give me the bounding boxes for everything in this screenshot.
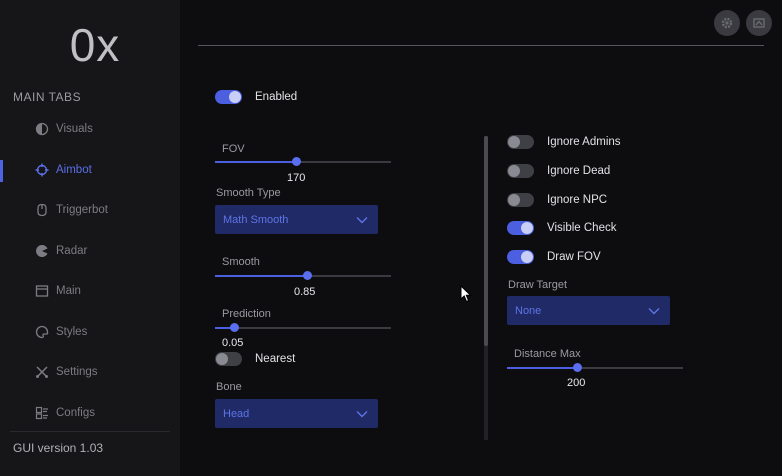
prediction-value: 0.05 (222, 337, 244, 349)
enabled-row: Enabled (215, 90, 297, 104)
sidebar-item-label: Styles (56, 325, 88, 338)
slider-track (215, 327, 391, 329)
sidebar: 0x MAIN TABS Visuals Aimbot Triggerbot R… (0, 0, 180, 476)
chevron-down-icon (356, 216, 368, 223)
sidebar-item-main[interactable]: Main (0, 271, 180, 312)
distance-max-slider[interactable] (507, 362, 683, 374)
configs-icon (34, 405, 50, 421)
scrollbar[interactable] (484, 136, 488, 440)
main-icon (34, 283, 50, 299)
sidebar-divider (10, 431, 170, 432)
crosshair-icon (34, 162, 50, 178)
enabled-toggle[interactable] (215, 90, 242, 104)
ignore-admins-toggle[interactable] (507, 135, 534, 149)
mouse-cursor-icon (460, 285, 472, 303)
slider-thumb[interactable] (302, 271, 312, 280)
toggle-knob (521, 222, 533, 234)
gui-version: GUI version 1.03 (13, 441, 104, 455)
prediction-label: Prediction (222, 308, 271, 320)
slider-fill (507, 367, 578, 369)
scrollbar-thumb[interactable] (484, 136, 488, 346)
smooth-value: 0.85 (294, 286, 316, 298)
draw-target-label: Draw Target (508, 279, 568, 291)
draw-target-dropdown[interactable]: None (507, 296, 670, 325)
sidebar-item-label: Main (56, 285, 81, 298)
toggle-knob (216, 353, 228, 365)
visible-check-toggle[interactable] (507, 221, 534, 235)
sidebar-item-label: Visuals (56, 123, 93, 136)
smooth-type-value: Math Smooth (223, 213, 289, 226)
smooth-label: Smooth (222, 256, 260, 268)
palette-icon (34, 324, 50, 340)
toggle-knob (521, 251, 533, 263)
slider-fill (215, 275, 307, 277)
sidebar-nav: Visuals Aimbot Triggerbot Radar Main Sty… (0, 109, 180, 433)
chevron-down-icon (356, 410, 368, 417)
slider-thumb[interactable] (230, 323, 240, 332)
draw-fov-label: Draw FOV (547, 251, 601, 263)
fov-label: FOV (222, 143, 245, 155)
sidebar-item-label: Settings (56, 366, 98, 379)
draw-fov-row: Draw FOV (507, 250, 601, 264)
ignore-dead-label: Ignore Dead (547, 165, 611, 177)
sidebar-item-radar[interactable]: Radar (0, 231, 180, 272)
main-window: 0x MAIN TABS Visuals Aimbot Triggerbot R… (0, 0, 782, 476)
fov-value: 170 (287, 172, 306, 184)
fov-slider[interactable] (215, 156, 391, 168)
main-tabs-label: MAIN TABS (13, 90, 82, 104)
sidebar-item-label: Radar (56, 244, 88, 257)
visible-check-label: Visible Check (547, 222, 617, 234)
slider-fill (215, 161, 296, 163)
bone-dropdown[interactable]: Head (215, 399, 378, 428)
flag-icon (753, 18, 765, 28)
smooth-slider[interactable] (215, 270, 391, 282)
sidebar-item-settings[interactable]: Settings (0, 352, 180, 393)
sidebar-item-styles[interactable]: Styles (0, 312, 180, 353)
toggle-knob (229, 91, 241, 103)
ignore-npc-label: Ignore NPC (547, 194, 608, 206)
sidebar-item-triggerbot[interactable]: Triggerbot (0, 190, 180, 231)
sidebar-item-aimbot[interactable]: Aimbot (0, 150, 180, 191)
distance-max-label: Distance Max (514, 348, 581, 360)
nearest-toggle[interactable] (215, 352, 242, 366)
sidebar-item-label: Configs (56, 406, 95, 419)
ignore-npc-row: Ignore NPC (507, 193, 607, 207)
toggle-knob (508, 165, 520, 177)
bone-value: Head (223, 407, 250, 420)
sidebar-item-visuals[interactable]: Visuals (0, 109, 180, 150)
nearest-row: Nearest (215, 352, 295, 366)
distance-max-value: 200 (567, 377, 586, 389)
smooth-type-label: Smooth Type (216, 187, 281, 199)
smooth-type-dropdown[interactable]: Math Smooth (215, 205, 378, 234)
ignore-admins-label: Ignore Admins (547, 136, 621, 148)
draw-target-value: None (515, 304, 542, 317)
prediction-slider[interactable] (215, 322, 391, 334)
visuals-icon (34, 121, 50, 137)
toggle-knob (508, 194, 520, 206)
settings-icon (34, 364, 50, 380)
visible-check-row: Visible Check (507, 221, 616, 235)
enabled-label: Enabled (255, 91, 298, 103)
slider-thumb[interactable] (291, 157, 301, 166)
ignore-dead-row: Ignore Dead (507, 164, 610, 178)
header-divider (198, 45, 764, 46)
triggerbot-icon (34, 202, 50, 218)
slider-thumb[interactable] (573, 363, 583, 372)
sidebar-item-configs[interactable]: Configs (0, 393, 180, 434)
sidebar-item-label: Triggerbot (56, 204, 108, 217)
ignore-admins-row: Ignore Admins (507, 135, 621, 149)
radar-icon (34, 243, 50, 259)
toggle-knob (508, 136, 520, 148)
sidebar-item-label: Aimbot (56, 163, 92, 176)
flag-button[interactable] (746, 10, 772, 36)
app-logo: 0x (69, 19, 121, 71)
bone-label: Bone (216, 381, 242, 393)
nearest-label: Nearest (255, 353, 296, 365)
gear-button[interactable] (714, 10, 740, 36)
ignore-dead-toggle[interactable] (507, 164, 534, 178)
gear-icon (721, 17, 733, 29)
ignore-npc-toggle[interactable] (507, 193, 534, 207)
chevron-down-icon (648, 307, 660, 314)
draw-fov-toggle[interactable] (507, 250, 534, 264)
